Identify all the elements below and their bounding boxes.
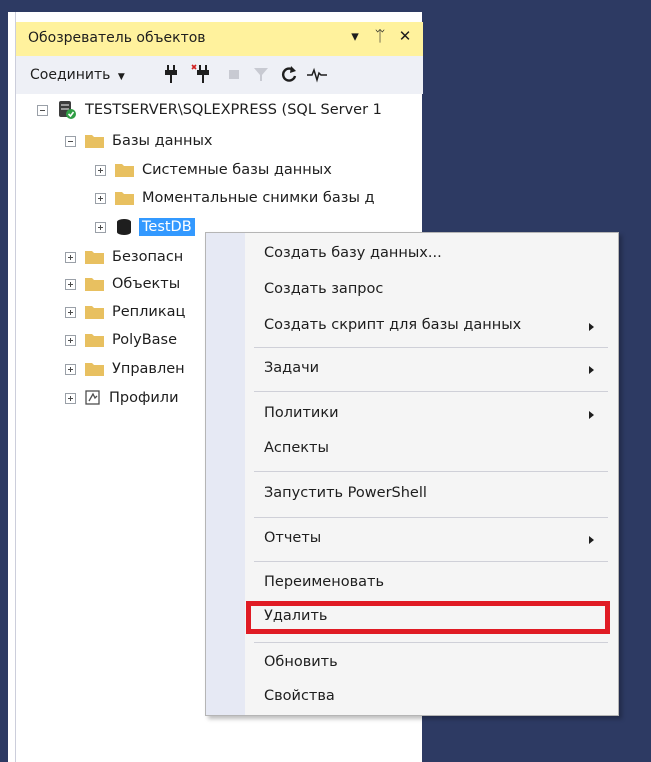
folder-icon xyxy=(85,251,104,264)
close-icon[interactable]: ✕ xyxy=(396,27,414,45)
database-icon xyxy=(117,219,131,235)
menu-item-new-query[interactable]: Создать запрос xyxy=(264,281,383,297)
tree-node-server[interactable]: TESTSERVER\SQLEXPRESS (SQL Server 1 xyxy=(37,97,382,123)
tree-node-management[interactable]: Управлен xyxy=(65,356,185,382)
snapshots-label: Моментальные снимки базы д xyxy=(142,190,375,206)
expand-icon[interactable] xyxy=(95,192,106,204)
menu-separator xyxy=(254,391,608,392)
menu-separator xyxy=(254,561,608,562)
menu-item-properties[interactable]: Свойства xyxy=(264,688,335,704)
menu-item-create-database[interactable]: Создать базу данных... xyxy=(264,245,442,261)
object-explorer-toolbar: Соединить ▼ xyxy=(16,56,423,94)
object-explorer-header: Обозреватель объектов ▾ ᛠ ✕ xyxy=(16,22,423,56)
databases-label: Базы данных xyxy=(112,133,213,149)
system-databases-label: Системные базы данных xyxy=(142,162,332,178)
chevron-down-icon: ▼ xyxy=(117,72,125,82)
menu-separator xyxy=(254,471,608,472)
connect-button-label: Соединить xyxy=(30,67,111,83)
refresh-icon[interactable] xyxy=(278,62,300,86)
submenu-arrow-icon xyxy=(589,366,594,374)
folder-icon xyxy=(115,164,134,177)
menu-item-script-database[interactable]: Создать скрипт для базы данных xyxy=(264,317,521,333)
replication-label: Репликац xyxy=(112,304,186,320)
stop-icon[interactable] xyxy=(223,62,245,86)
collapse-icon[interactable] xyxy=(65,135,76,147)
tree-node-replication[interactable]: Репликац xyxy=(65,299,185,325)
ssms-window: Обозреватель объектов ▾ ᛠ ✕ Соединить ▼ xyxy=(0,0,651,762)
menu-separator xyxy=(254,347,608,348)
menu-item-rename[interactable]: Переименовать xyxy=(264,574,384,590)
menu-item-tasks[interactable]: Задачи xyxy=(264,360,319,376)
submenu-arrow-icon xyxy=(589,536,594,544)
context-menu: Создать базу данных... Создать запрос Со… xyxy=(205,232,619,716)
tree-node-snapshots[interactable]: Моментальные снимки базы д xyxy=(95,185,412,211)
expand-icon[interactable] xyxy=(65,363,76,375)
management-label: Управлен xyxy=(112,361,185,377)
menu-item-reports[interactable]: Отчеты xyxy=(264,530,321,546)
expand-icon[interactable] xyxy=(65,392,76,404)
menu-separator xyxy=(254,517,608,518)
disconnect-icon[interactable] xyxy=(190,62,212,86)
tree-node-security[interactable]: Безопасн xyxy=(65,244,183,270)
submenu-arrow-icon xyxy=(589,411,594,419)
folder-icon xyxy=(85,135,104,148)
folder-icon xyxy=(85,278,104,291)
submenu-arrow-icon xyxy=(589,323,594,331)
expand-icon[interactable] xyxy=(65,278,76,290)
tree-node-system-databases[interactable]: Системные базы данных xyxy=(95,157,332,183)
menu-separator xyxy=(254,642,608,643)
menu-item-facets[interactable]: Аспекты xyxy=(264,440,329,456)
expand-icon[interactable] xyxy=(95,221,106,233)
delete-highlight-box xyxy=(246,601,610,634)
tree-node-server-objects[interactable]: Объекты xyxy=(65,271,180,297)
folder-icon xyxy=(85,363,104,376)
window-frame-top xyxy=(0,0,430,12)
filter-icon[interactable] xyxy=(250,62,272,86)
menu-item-policies[interactable]: Политики xyxy=(264,405,339,421)
tree-node-databases[interactable]: Базы данных xyxy=(65,128,213,154)
expand-icon[interactable] xyxy=(65,306,76,318)
profiler-icon xyxy=(85,390,100,405)
activity-monitor-icon[interactable] xyxy=(306,62,328,86)
object-explorer-title: Обозреватель объектов xyxy=(28,30,206,46)
expand-icon[interactable] xyxy=(95,164,106,176)
window-frame-left xyxy=(0,0,8,762)
folder-icon xyxy=(85,334,104,347)
folder-icon xyxy=(115,192,134,205)
tree-node-profiler[interactable]: Профили xyxy=(65,385,179,411)
server-name-label: TESTSERVER\SQLEXPRESS (SQL Server 1 xyxy=(85,102,382,118)
server-objects-label: Объекты xyxy=(112,276,181,292)
menu-item-refresh[interactable]: Обновить xyxy=(264,654,338,670)
tree-node-testdb[interactable]: TestDB xyxy=(95,214,195,240)
connect-button[interactable]: Соединить ▼ xyxy=(30,67,125,83)
menu-item-start-powershell[interactable]: Запустить PowerShell xyxy=(264,485,427,501)
expand-icon[interactable] xyxy=(65,251,76,263)
context-menu-gutter xyxy=(206,233,245,715)
connect-icon[interactable] xyxy=(160,62,182,86)
polybase-label: PolyBase xyxy=(112,332,178,348)
dropdown-icon[interactable]: ▾ xyxy=(346,27,364,45)
collapse-icon[interactable] xyxy=(37,104,48,116)
testdb-label: TestDB xyxy=(139,218,195,236)
expand-icon[interactable] xyxy=(65,334,76,346)
security-label: Безопасн xyxy=(112,249,184,265)
server-icon xyxy=(59,101,76,119)
pin-icon[interactable]: ᛠ xyxy=(371,27,389,45)
folder-icon xyxy=(85,306,104,319)
tree-node-polybase[interactable]: PolyBase xyxy=(65,327,177,353)
profiler-label: Профили xyxy=(109,390,179,406)
